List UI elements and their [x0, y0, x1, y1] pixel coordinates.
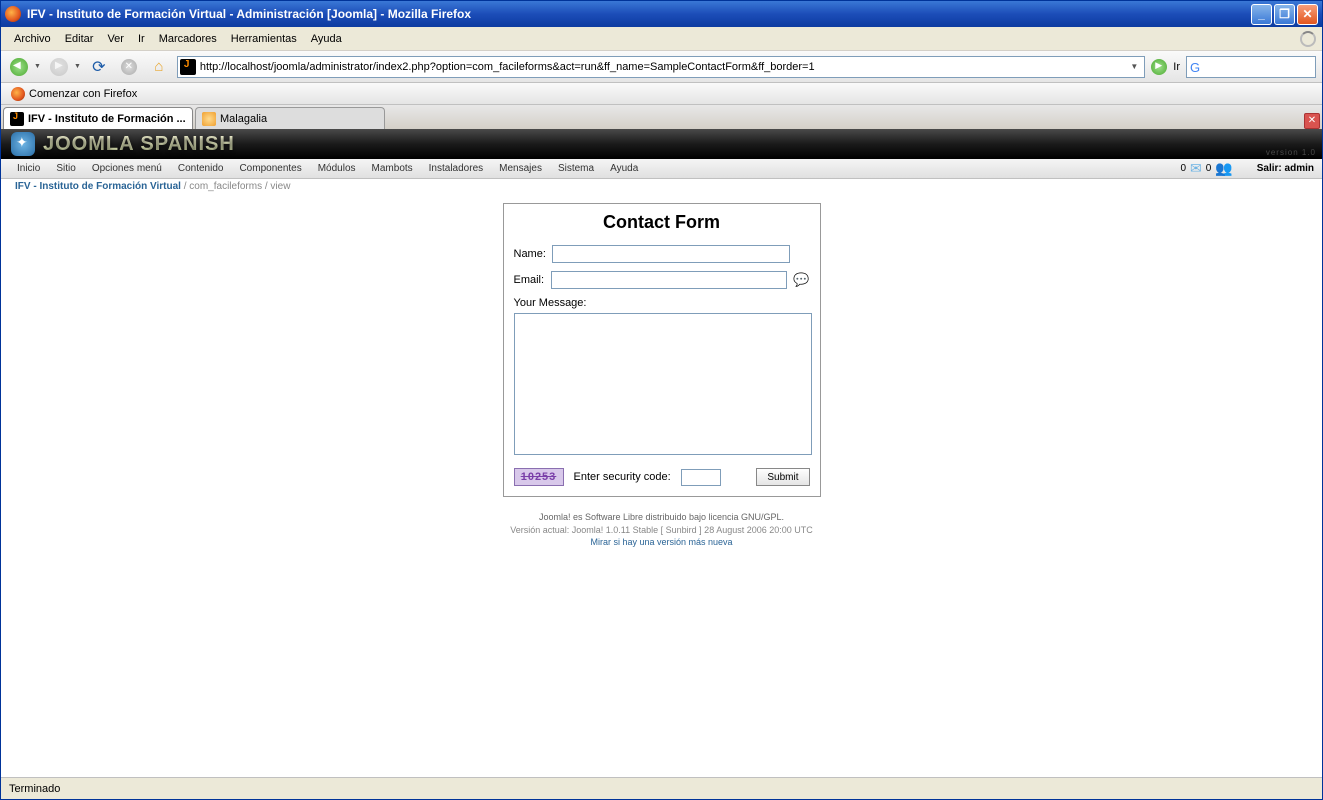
- breadcrumb-path: / com_facileforms / view: [181, 181, 290, 192]
- tab-favicon: [10, 112, 24, 126]
- window-titlebar: IFV - Instituto de Formación Virtual - A…: [1, 1, 1322, 27]
- message-textarea[interactable]: [514, 313, 812, 455]
- joomla-brand: JOOMLA SPANISH: [43, 133, 235, 156]
- message-label: Your Message:: [514, 297, 810, 309]
- jmenu-ayuda[interactable]: Ayuda: [602, 161, 646, 176]
- footer-text: Joomla! es Software Libre distribuido ba…: [510, 511, 813, 549]
- email-hint-icon[interactable]: 💬: [793, 272, 809, 288]
- menu-ver[interactable]: Ver: [100, 31, 131, 47]
- status-text: Terminado: [9, 783, 60, 795]
- jmenu-mensajes[interactable]: Mensajes: [491, 161, 550, 176]
- browser-menubar: Archivo Editar Ver Ir Marcadores Herrami…: [1, 27, 1322, 51]
- forward-button: [47, 55, 71, 79]
- menu-ayuda[interactable]: Ayuda: [304, 31, 349, 47]
- bookmark-label: Comenzar con Firefox: [29, 88, 137, 100]
- email-input[interactable]: [551, 271, 787, 289]
- tab-label: Malagalia: [220, 113, 267, 125]
- url-bar[interactable]: ▼: [177, 56, 1145, 78]
- mail-icon[interactable]: ✉: [1190, 160, 1202, 177]
- logout-link[interactable]: Salir: admin: [1257, 163, 1314, 174]
- breadcrumb: IFV - Instituto de Formación Virtual / c…: [1, 179, 1322, 197]
- minimize-button[interactable]: _: [1251, 4, 1272, 25]
- jmenu-inicio[interactable]: Inicio: [9, 161, 48, 176]
- footer-line1: Joomla! es Software Libre distribuido ba…: [510, 511, 813, 524]
- jmenu-instaladores[interactable]: Instaladores: [421, 161, 491, 176]
- window-title: IFV - Instituto de Formación Virtual - A…: [27, 7, 1251, 21]
- tab-bar: IFV - Instituto de Formación ... Malagal…: [1, 105, 1322, 129]
- jmenu-contenido[interactable]: Contenido: [170, 161, 232, 176]
- menu-ir[interactable]: Ir: [131, 31, 152, 47]
- menu-editar[interactable]: Editar: [58, 31, 101, 47]
- version-tag: version 1.0: [1266, 148, 1316, 157]
- jmenu-componentes[interactable]: Componentes: [231, 161, 309, 176]
- captcha-label: Enter security code:: [574, 471, 671, 483]
- throbber-icon: [1300, 31, 1316, 47]
- jmenu-opciones[interactable]: Opciones menú: [84, 161, 170, 176]
- form-title: Contact Form: [514, 212, 810, 233]
- bookmark-comenzar[interactable]: Comenzar con Firefox: [7, 85, 141, 103]
- contact-form-panel: Contact Form Name: Email: 💬 Your Message…: [503, 203, 821, 497]
- jmenu-modulos[interactable]: Módulos: [310, 161, 364, 176]
- firefox-small-icon: [11, 87, 25, 101]
- jmenu-sistema[interactable]: Sistema: [550, 161, 602, 176]
- tab-favicon: [202, 112, 216, 126]
- content-area: Contact Form Name: Email: 💬 Your Message…: [1, 197, 1322, 777]
- forward-history-dropdown[interactable]: ▼: [74, 63, 81, 70]
- close-tab-button[interactable]: ✕: [1304, 113, 1320, 129]
- go-label: Ir: [1173, 61, 1180, 73]
- menu-herramientas[interactable]: Herramientas: [224, 31, 304, 47]
- search-input[interactable]: [1204, 61, 1312, 73]
- name-label: Name:: [514, 248, 552, 260]
- captcha-image: 10253: [514, 468, 564, 486]
- jmenu-sitio[interactable]: Sitio: [48, 161, 83, 176]
- url-dropdown[interactable]: ▼: [1126, 62, 1142, 71]
- nav-toolbar: ▼ ▼ ⟳ ✕ ⌂ ▼ Ir G: [1, 51, 1322, 83]
- go-button[interactable]: [1151, 59, 1167, 75]
- breadcrumb-root[interactable]: IFV - Instituto de Formación Virtual: [15, 181, 181, 192]
- tab-malagalia[interactable]: Malagalia: [195, 107, 385, 129]
- footer-line2: Versión actual: Joomla! 1.0.11 Stable [ …: [510, 524, 813, 537]
- submit-button[interactable]: Submit: [756, 468, 809, 486]
- back-history-dropdown[interactable]: ▼: [34, 63, 41, 70]
- joomla-banner: JOOMLA SPANISH version 1.0: [1, 129, 1322, 159]
- close-window-button[interactable]: ✕: [1297, 4, 1318, 25]
- maximize-button[interactable]: ❐: [1274, 4, 1295, 25]
- stop-button[interactable]: ✕: [117, 55, 141, 79]
- site-favicon: [180, 59, 196, 75]
- joomla-menu: Inicio Sitio Opciones menú Contenido Com…: [1, 159, 1322, 179]
- footer-update-link[interactable]: Mirar si hay una versión más nueva: [590, 537, 732, 547]
- tab-ifv[interactable]: IFV - Instituto de Formación ...: [3, 107, 193, 129]
- menu-marcadores[interactable]: Marcadores: [152, 31, 224, 47]
- home-button[interactable]: ⌂: [147, 55, 171, 79]
- tab-label: IFV - Instituto de Formación ...: [28, 113, 186, 125]
- captcha-input[interactable]: [681, 469, 721, 486]
- status-bar: Terminado: [1, 777, 1322, 799]
- mail-count: 0: [1180, 163, 1186, 174]
- back-button[interactable]: [7, 55, 31, 79]
- name-input[interactable]: [552, 245, 790, 263]
- bookmarks-bar: Comenzar con Firefox: [1, 83, 1322, 105]
- jmenu-mambots[interactable]: Mambots: [364, 161, 421, 176]
- firefox-icon: [5, 6, 21, 22]
- joomla-logo-icon: [11, 132, 35, 156]
- menu-archivo[interactable]: Archivo: [7, 31, 58, 47]
- search-box[interactable]: G: [1186, 56, 1316, 78]
- email-label: Email:: [514, 274, 552, 286]
- users-icon[interactable]: 👥: [1215, 160, 1232, 177]
- search-engine-icon[interactable]: G: [1190, 60, 1202, 74]
- url-input[interactable]: [200, 61, 1126, 73]
- reload-button[interactable]: ⟳: [87, 55, 111, 79]
- user-count: 0: [1206, 163, 1212, 174]
